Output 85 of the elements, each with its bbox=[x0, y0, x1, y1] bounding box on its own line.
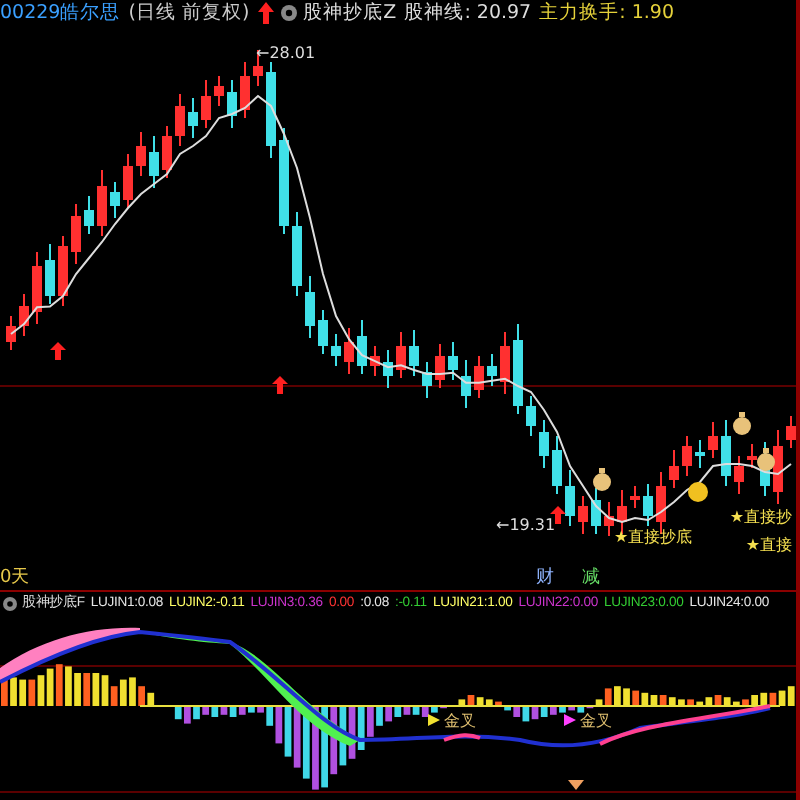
candlestick bbox=[188, 97, 198, 139]
signal-label: ★直接抄 bbox=[729, 508, 792, 526]
candlestick bbox=[552, 435, 562, 495]
candlestick bbox=[136, 131, 146, 177]
candlestick bbox=[604, 501, 614, 537]
candlestick bbox=[682, 435, 692, 477]
candlestick bbox=[370, 345, 380, 377]
candlestick bbox=[162, 125, 172, 179]
candlestick bbox=[513, 323, 523, 415]
signal-label: ★直接抄底 bbox=[614, 528, 693, 546]
candlestick bbox=[435, 343, 445, 389]
candlestick bbox=[721, 419, 731, 487]
indicator-name: 股神抄底Z bbox=[303, 0, 397, 26]
candlestick bbox=[318, 309, 328, 355]
turnover-value: 主力换手: 1.90 bbox=[539, 0, 674, 26]
chart-mode: (日线 前复权) bbox=[128, 0, 250, 26]
up-arrow-icon bbox=[257, 2, 274, 24]
candlestick bbox=[734, 455, 744, 495]
candlestick bbox=[58, 235, 68, 307]
candlestick bbox=[396, 331, 406, 379]
candlestick bbox=[773, 429, 783, 505]
candlestick bbox=[227, 79, 237, 129]
ma-value: 股神线: 20.97 bbox=[404, 0, 532, 26]
gear-icon[interactable] bbox=[2, 596, 18, 612]
candlestick bbox=[19, 293, 29, 337]
candlestick bbox=[383, 349, 393, 389]
candlestick bbox=[149, 135, 159, 189]
candlestick bbox=[591, 487, 601, 535]
money-bag-icon bbox=[733, 412, 751, 435]
candlestick bbox=[695, 439, 705, 469]
cross-label: 金叉 bbox=[444, 712, 476, 730]
up-arrow-icon bbox=[50, 342, 66, 360]
candlestick bbox=[487, 353, 497, 387]
candlestick bbox=[123, 153, 133, 209]
candlestick bbox=[422, 361, 432, 399]
candlestick bbox=[110, 181, 120, 219]
candlestick bbox=[201, 79, 211, 129]
candlestick bbox=[240, 61, 250, 119]
signal-label: ★直接 bbox=[745, 536, 792, 554]
cross-label: 金叉 bbox=[580, 712, 612, 730]
candlestick bbox=[84, 195, 94, 235]
money-bag-icon bbox=[593, 468, 611, 491]
candlestick bbox=[669, 449, 679, 489]
down-triangle-icon bbox=[568, 780, 584, 790]
candlestick bbox=[526, 395, 536, 437]
candlestick bbox=[305, 275, 315, 339]
up-arrow-icon bbox=[272, 376, 288, 394]
stock-code: 00229 bbox=[0, 0, 61, 26]
flag-icon bbox=[564, 714, 576, 726]
candlestick bbox=[97, 169, 107, 237]
candlestick bbox=[175, 93, 185, 147]
candlestick bbox=[214, 75, 224, 107]
candlestick bbox=[578, 495, 588, 535]
high-price-label: ←28.01 bbox=[256, 44, 316, 62]
candlestick bbox=[357, 319, 367, 375]
candlestick bbox=[786, 415, 796, 449]
candlestick bbox=[630, 485, 640, 509]
stock-name: 皓尔思 bbox=[60, 0, 121, 26]
event-marker: 减 bbox=[582, 566, 600, 592]
event-marker: 财 bbox=[536, 566, 554, 592]
candlestick bbox=[71, 203, 81, 265]
up-arrow-icon bbox=[550, 506, 566, 524]
candlestick bbox=[292, 211, 302, 297]
candlestick bbox=[344, 327, 354, 375]
candlestick bbox=[643, 483, 653, 527]
candlestick bbox=[6, 315, 16, 351]
candlestick bbox=[708, 421, 718, 459]
candlestick bbox=[474, 355, 484, 399]
gear-icon[interactable] bbox=[279, 4, 298, 22]
candlestick bbox=[565, 469, 575, 527]
candlestick bbox=[45, 243, 55, 305]
candlestick bbox=[409, 329, 419, 377]
flag-icon bbox=[428, 714, 440, 726]
candlestick bbox=[266, 61, 276, 159]
period-label: 0天 bbox=[0, 566, 30, 592]
candlestick bbox=[461, 359, 471, 409]
candlestick bbox=[279, 127, 289, 235]
candlestick bbox=[32, 251, 42, 325]
money-bag-icon bbox=[757, 448, 775, 471]
candlestick bbox=[539, 419, 549, 469]
candlestick bbox=[448, 341, 458, 381]
candlestick bbox=[500, 331, 510, 395]
candlestick bbox=[747, 443, 757, 469]
candlestick bbox=[331, 333, 341, 367]
low-price-label: ←19.31 bbox=[496, 516, 556, 534]
